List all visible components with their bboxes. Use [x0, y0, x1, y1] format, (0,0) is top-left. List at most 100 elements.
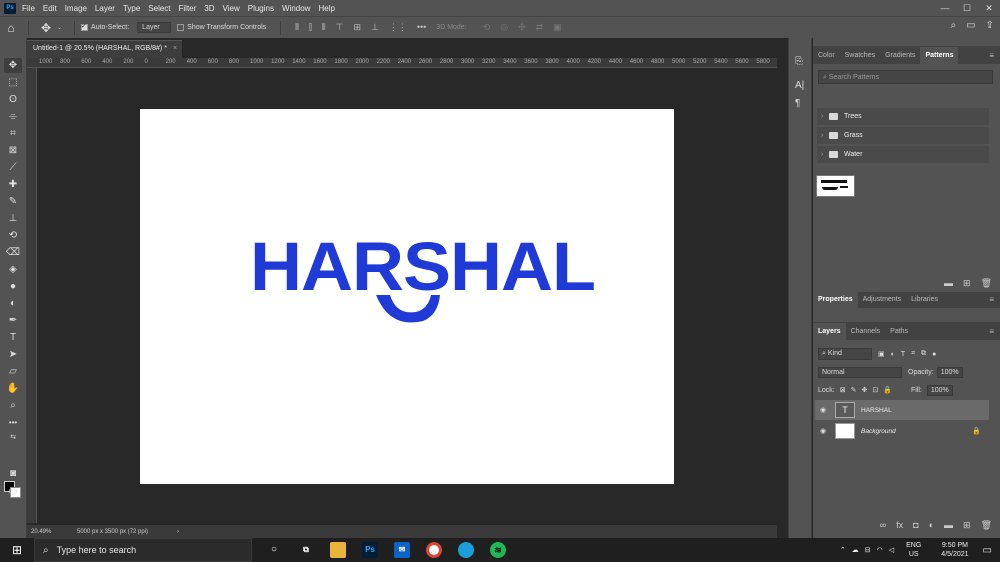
file-explorer-icon[interactable]: ▬ — [330, 542, 346, 558]
lock-image-icon[interactable]: ✎ — [851, 386, 857, 394]
home-icon[interactable]: ⌂ — [0, 21, 22, 35]
move-tool-preset-icon[interactable]: ✥ — [35, 21, 57, 35]
status-menu-icon[interactable]: › — [177, 529, 179, 535]
clock[interactable]: 9:50 PM 4/5/2021 — [941, 541, 968, 559]
workspace-icon[interactable]: ▭ — [966, 20, 975, 31]
menu-layer[interactable]: Layer — [95, 4, 115, 13]
eyedropper-tool-icon[interactable]: ⟋ — [4, 160, 22, 175]
menu-edit[interactable]: Edit — [43, 4, 57, 13]
more-tools-icon[interactable]: ••• — [4, 415, 22, 430]
menu-view[interactable]: View — [223, 4, 240, 13]
chevron-down-icon[interactable]: ⌄ — [57, 24, 62, 31]
more-options-icon[interactable]: ••• — [417, 22, 426, 33]
3d-pan-icon[interactable]: ✣ — [518, 22, 526, 33]
maximize-button[interactable]: ☐ — [956, 0, 978, 16]
close-icon[interactable]: × — [173, 45, 177, 52]
photoshop-icon[interactable]: Ps — [362, 542, 378, 558]
3d-orbit-icon[interactable]: ⟲ — [483, 22, 491, 33]
fill-input[interactable]: 100% — [926, 384, 953, 396]
frame-tool-icon[interactable]: ⊠ — [4, 143, 22, 158]
quick-mask-icon[interactable]: ◙ — [4, 466, 22, 481]
tab-channels[interactable]: Channels — [846, 328, 886, 340]
chevron-right-icon[interactable]: › — [817, 151, 827, 158]
add-mask-icon[interactable]: ◘ — [913, 520, 918, 531]
quick-select-tool-icon[interactable]: ⌯ — [4, 109, 22, 124]
pattern-thumbnail[interactable] — [816, 175, 855, 197]
crop-tool-icon[interactable]: ⌗ — [4, 126, 22, 141]
blur-tool-icon[interactable]: ● — [4, 279, 22, 294]
eye-icon[interactable]: ◉ — [815, 427, 831, 435]
network-icon[interactable]: ⊟ — [865, 546, 871, 554]
search-icon[interactable]: ⌕ — [951, 20, 957, 31]
path-select-tool-icon[interactable]: ➤ — [4, 347, 22, 362]
menu-file[interactable]: File — [22, 4, 35, 13]
paragraph-panel-icon[interactable]: ¶ — [795, 98, 800, 109]
tab-color[interactable]: Color — [813, 52, 840, 64]
filter-pixel-icon[interactable]: ▣ — [878, 350, 885, 358]
tab-patterns[interactable]: Patterns — [920, 47, 959, 64]
menu-image[interactable]: Image — [65, 4, 87, 13]
swap-colors-icon[interactable]: ⇆ — [4, 430, 22, 445]
delete-icon[interactable]: 🗑 — [981, 278, 992, 289]
move-tool-icon[interactable]: ✥ — [4, 58, 22, 73]
new-group-icon[interactable]: ▬ — [944, 278, 953, 289]
tab-gradients[interactable]: Gradients — [880, 52, 920, 64]
lock-transparent-icon[interactable]: ⊠ — [840, 386, 846, 394]
pattern-folder-water[interactable]: › Water — [817, 146, 989, 163]
chevron-right-icon[interactable]: › — [817, 113, 827, 120]
document-tab[interactable]: Untitled-1 @ 20.5% (HARSHAL, RGB/8#) * × — [27, 40, 182, 58]
align-center-icon[interactable]: ⫿ — [309, 22, 312, 33]
chevron-right-icon[interactable]: › — [817, 132, 827, 139]
align-middle-icon[interactable]: ⊞ — [353, 22, 361, 33]
mail-icon[interactable]: ✉ — [394, 542, 410, 558]
checkbox-checked-icon[interactable] — [81, 22, 89, 31]
filter-toggle-icon[interactable]: ● — [932, 351, 936, 358]
panel-menu-icon[interactable]: ≡ — [989, 327, 994, 336]
menu-plugins[interactable]: Plugins — [248, 4, 274, 13]
lasso-tool-icon[interactable]: ʘ — [4, 92, 22, 107]
close-window-button[interactable]: ✕ — [978, 0, 1000, 16]
healing-brush-tool-icon[interactable]: ✚ — [4, 177, 22, 192]
language-indicator[interactable]: ENG US — [906, 541, 921, 559]
pattern-folder-trees[interactable]: › Trees — [817, 108, 989, 125]
layer-row-harshal[interactable]: ◉ T HARSHAL — [815, 400, 989, 420]
filter-kind-dropdown[interactable]: ⌕ Kind — [818, 348, 872, 360]
dodge-tool-icon[interactable]: ◐ — [4, 296, 22, 311]
character-panel-icon[interactable]: A| — [795, 80, 804, 91]
layer-row-background[interactable]: ◉ Background 🔒 — [815, 421, 989, 441]
windows-start-icon[interactable]: ⊞ — [0, 543, 34, 557]
menu-select[interactable]: Select — [148, 4, 170, 13]
lock-icon[interactable]: 🔒 — [972, 427, 981, 435]
screen-mode-icon[interactable]: ▭ — [4, 484, 22, 499]
align-top-icon[interactable]: ⊤ — [336, 22, 344, 33]
zoom-level[interactable]: 20.49% — [27, 529, 71, 535]
wifi-icon[interactable]: ◠ — [877, 546, 883, 554]
align-left-icon[interactable]: ⫴ — [295, 22, 299, 33]
task-view-icon[interactable]: ⧉ — [298, 542, 314, 558]
canvas[interactable]: HARSHAL — [140, 109, 674, 484]
vertical-ruler[interactable] — [27, 68, 37, 523]
pen-tool-icon[interactable]: ✒ — [4, 313, 22, 328]
filter-adjustment-icon[interactable]: ◐ — [891, 351, 895, 358]
patterns-search-input[interactable]: ⌕ Search Patterns — [818, 70, 993, 84]
layer-name[interactable]: HARSHAL — [861, 407, 892, 414]
menu-3d[interactable]: 3D — [204, 4, 214, 13]
distribute-icon[interactable]: ⋮⋮ — [389, 22, 407, 33]
marquee-tool-icon[interactable]: ⬚ — [4, 75, 22, 90]
hand-tool-icon[interactable]: ✋ — [4, 381, 22, 396]
clone-stamp-tool-icon[interactable]: ⊥ — [4, 211, 22, 226]
notifications-icon[interactable]: ▭ — [983, 545, 992, 556]
tab-layers[interactable]: Layers — [813, 323, 846, 340]
auto-select-checkbox[interactable]: Auto-Select: — [81, 22, 129, 31]
delete-icon[interactable]: 🗑 — [981, 520, 992, 531]
paint-bucket-tool-icon[interactable]: ◈ — [4, 262, 22, 277]
history-panel-icon[interactable]: ⎘ — [795, 56, 803, 67]
panel-menu-icon[interactable]: ≡ — [989, 295, 994, 304]
new-group-icon[interactable]: ▬ — [944, 520, 953, 531]
lock-artboard-icon[interactable]: ⊡ — [872, 386, 878, 394]
new-pattern-icon[interactable]: ⊞ — [963, 278, 971, 289]
adjustment-layer-icon[interactable]: ◐ — [929, 520, 934, 531]
menu-window[interactable]: Window — [282, 4, 310, 13]
minimize-button[interactable]: — — [934, 0, 956, 16]
cortana-icon[interactable]: ○ — [266, 542, 282, 558]
